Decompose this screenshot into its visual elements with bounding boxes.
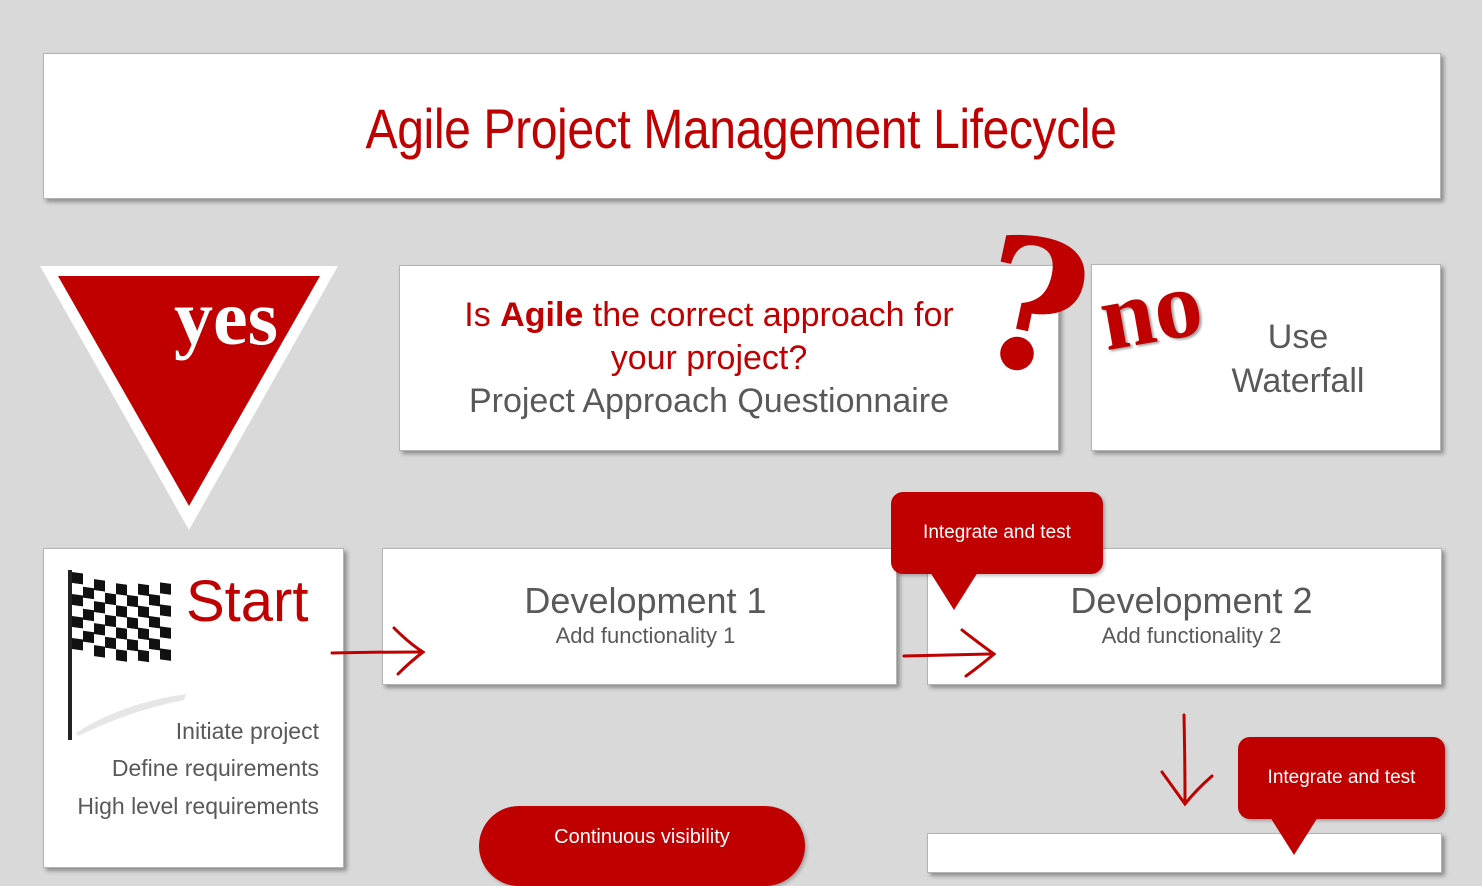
flag-cell [94, 612, 105, 625]
flag-cell [149, 637, 160, 651]
question-line-1: Is Agile the correct approach for [399, 296, 1019, 335]
question-prefix: Is [464, 296, 501, 334]
flag-cell [94, 601, 105, 614]
flag-cell [127, 616, 138, 630]
waterfall-line-1: Use [1267, 318, 1329, 356]
flag-cell [72, 594, 83, 607]
flag-cell [160, 615, 171, 628]
callout-integrate-test-1: Integrate and test [891, 492, 1103, 574]
flag-cell [94, 645, 105, 658]
flag-cell [149, 648, 160, 662]
flag-cell [72, 572, 83, 585]
flag-cell [160, 593, 171, 606]
flag-cell [72, 616, 83, 629]
flag-cell [116, 605, 127, 618]
flag-cell [116, 594, 127, 607]
flag-cell [72, 638, 83, 651]
flag-cell [94, 623, 105, 636]
arrow-right-icon [902, 628, 997, 678]
flag-cell [149, 615, 160, 629]
waterfall-line-2: Waterfall [1231, 362, 1365, 400]
question-bold: Agile [500, 296, 584, 334]
flag-cell [138, 627, 149, 641]
flag-cell [94, 579, 105, 592]
flag-cell [138, 616, 149, 630]
flag-cell [72, 627, 83, 640]
flag-cell [127, 638, 138, 652]
callout-integrate-test-2: Integrate and test [1238, 737, 1445, 819]
flag-cell [127, 627, 138, 641]
flag-cell [149, 593, 160, 607]
flag-cell [83, 608, 94, 622]
flag-cell [72, 605, 83, 618]
flag-cell [116, 583, 127, 596]
flag-cell [83, 575, 94, 589]
flag-cell [138, 583, 149, 597]
start-title: Start [186, 569, 309, 634]
yes-triangle: yes [40, 266, 338, 530]
flag-cell [127, 594, 138, 608]
flag-cell [83, 586, 94, 600]
flag-cell [83, 630, 94, 644]
flag-cell [116, 616, 127, 629]
question-line-2: your project? [610, 339, 808, 377]
flag-cell [160, 582, 171, 595]
flag-cell [83, 597, 94, 611]
flag-cell [160, 648, 171, 661]
no-label: no [1091, 248, 1210, 371]
flag-cell [105, 614, 116, 628]
flag-cell [83, 619, 94, 633]
page-title: Agile Project Management Lifecycle [365, 97, 1117, 160]
flag-cell [105, 625, 116, 639]
flag-cell [116, 638, 127, 651]
flag-cell [94, 634, 105, 647]
flag-cell [105, 603, 116, 617]
start-item-initiate: Initiate project [175, 718, 319, 744]
development-2-subtitle: Add functionality 2 [1101, 623, 1282, 648]
question-mark-icon: ? [959, 193, 1107, 422]
flag-cell [94, 590, 105, 603]
flag-cell [127, 583, 138, 597]
flag-cell [127, 605, 138, 619]
callout-continuous-visibility: Continuous visibility [479, 806, 805, 886]
flag-cell [116, 627, 127, 640]
flag-cell [127, 649, 138, 663]
flag-cell [105, 636, 116, 650]
arrow-right-icon [330, 626, 426, 676]
start-item-high-level: High level requirements [77, 793, 319, 819]
development-2-title: Development 2 [1070, 580, 1313, 621]
arrow-down-icon [1160, 713, 1214, 807]
flag-cell [138, 594, 149, 608]
development-1-subtitle: Add functionality 1 [555, 623, 736, 648]
flag-cell [149, 626, 160, 640]
questionnaire-link[interactable]: Project Approach Questionnaire [399, 382, 1019, 421]
flag-cell [105, 592, 116, 606]
flag-cell [149, 582, 160, 596]
callout-tail [930, 572, 978, 610]
start-item-define: Define requirements [111, 755, 319, 781]
flag-cell [116, 649, 127, 662]
flag-cell [160, 626, 171, 639]
development-1-title: Development 1 [524, 580, 767, 621]
flag-cell [105, 647, 116, 661]
yes-label: yes [174, 274, 278, 361]
flag-cell [138, 649, 149, 663]
question-suffix: the correct approach for [583, 296, 954, 334]
development-3-card [927, 833, 1442, 873]
flag-cell [138, 638, 149, 652]
flag-cell [138, 605, 149, 619]
callout-tail [1270, 817, 1318, 855]
flag-cell [160, 637, 171, 650]
flag-cell [105, 581, 116, 595]
flag-cell [83, 641, 94, 655]
flag-cell [149, 604, 160, 618]
flag-cell [160, 604, 171, 617]
checkered-flag-icon [68, 570, 186, 740]
flag-cell [72, 583, 83, 596]
